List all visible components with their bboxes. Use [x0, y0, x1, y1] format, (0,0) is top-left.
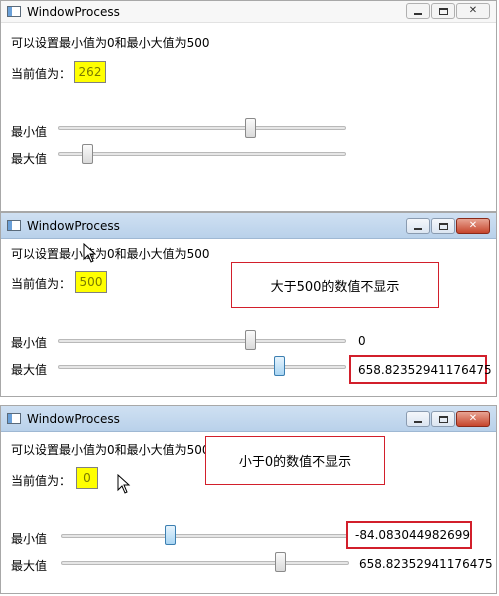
max-label: 最大值: [11, 363, 48, 377]
minimize-button[interactable]: [406, 411, 430, 427]
window-app-icon: [7, 413, 21, 424]
min-label: 最小值: [11, 532, 48, 546]
title-bar[interactable]: WindowProcess ✕: [1, 406, 496, 432]
current-value-label: 当前值为：: [11, 277, 72, 291]
maximize-icon: [438, 7, 448, 15]
window-app-icon: [7, 6, 21, 17]
close-button[interactable]: ✕: [456, 218, 490, 234]
max-slider-track[interactable]: [58, 152, 346, 156]
caption-buttons: ✕: [406, 218, 490, 234]
title-bar[interactable]: WindowProcess ✕: [1, 1, 496, 23]
max-label: 最大值: [11, 152, 48, 166]
min-value-box: -84.083044982699: [346, 521, 472, 549]
max-slider-thumb[interactable]: [274, 356, 285, 376]
max-value-text: 658.82352941176475: [359, 557, 493, 571]
max-slider-thumb[interactable]: [275, 552, 286, 572]
title-bar[interactable]: WindowProcess ✕: [1, 213, 496, 239]
close-icon: ✕: [468, 413, 478, 424]
description-text: 可以设置最小值为0和最小大值为500: [11, 36, 210, 50]
maximize-icon: [438, 415, 448, 423]
window-title: WindowProcess: [27, 4, 120, 19]
annotation-box: 小于0的数值不显示: [205, 436, 385, 485]
minimize-button[interactable]: [406, 3, 430, 19]
window-title: WindowProcess: [27, 218, 120, 233]
min-slider-thumb[interactable]: [165, 525, 176, 545]
window-app-icon: [7, 220, 21, 231]
max-slider-track[interactable]: [61, 561, 349, 565]
mouse-pointer-icon: [117, 473, 131, 497]
current-value-label: 当前值为：: [11, 474, 72, 488]
caption-buttons: ✕: [406, 3, 490, 19]
annotation-box: 大于500的数值不显示: [231, 262, 439, 308]
close-icon: ✕: [468, 220, 478, 231]
close-button[interactable]: ✕: [456, 3, 490, 19]
close-icon: ✕: [468, 5, 478, 16]
maximize-button[interactable]: [431, 411, 455, 427]
window-title: WindowProcess: [27, 411, 120, 426]
max-label: 最大值: [11, 559, 48, 573]
maximize-button[interactable]: [431, 218, 455, 234]
min-slider-thumb[interactable]: [245, 118, 256, 138]
window-3: WindowProcess ✕ 可以设置最小值为0和最小大值为500 当前值为：…: [0, 405, 497, 594]
max-value-box: 658.82352941176475: [349, 355, 492, 384]
current-value-box: 0: [76, 467, 98, 489]
min-slider-thumb[interactable]: [245, 330, 256, 350]
current-value-label: 当前值为：: [11, 67, 72, 81]
min-value-text: 0: [358, 334, 366, 348]
max-slider-thumb[interactable]: [82, 144, 93, 164]
min-slider-track[interactable]: [61, 534, 349, 538]
min-slider-track[interactable]: [58, 339, 346, 343]
screenshot-composite: WindowProcess ✕ 可以设置最小值为0和最小大值为500 当前值为：…: [0, 0, 499, 596]
minimize-icon: [414, 228, 422, 230]
current-value-box: 500: [75, 271, 107, 293]
min-label: 最小值: [11, 336, 48, 350]
min-slider-track[interactable]: [58, 126, 346, 130]
window-2: WindowProcess ✕ 可以设置最小值为0和最小大值为500 当前值为：…: [0, 212, 497, 397]
mouse-pointer-icon: [83, 242, 97, 266]
description-text: 可以设置最小值为0和最小大值为500: [11, 247, 210, 261]
maximize-icon: [438, 222, 448, 230]
maximize-button[interactable]: [431, 3, 455, 19]
window-1: WindowProcess ✕ 可以设置最小值为0和最小大值为500 当前值为：…: [0, 0, 497, 212]
minimize-button[interactable]: [406, 218, 430, 234]
close-button[interactable]: ✕: [456, 411, 490, 427]
minimize-icon: [414, 421, 422, 423]
minimize-icon: [414, 13, 422, 15]
description-text: 可以设置最小值为0和最小大值为500: [11, 443, 210, 457]
min-label: 最小值: [11, 125, 48, 139]
current-value-box: 262: [74, 61, 106, 83]
caption-buttons: ✕: [406, 411, 490, 427]
max-slider-track[interactable]: [58, 365, 346, 369]
